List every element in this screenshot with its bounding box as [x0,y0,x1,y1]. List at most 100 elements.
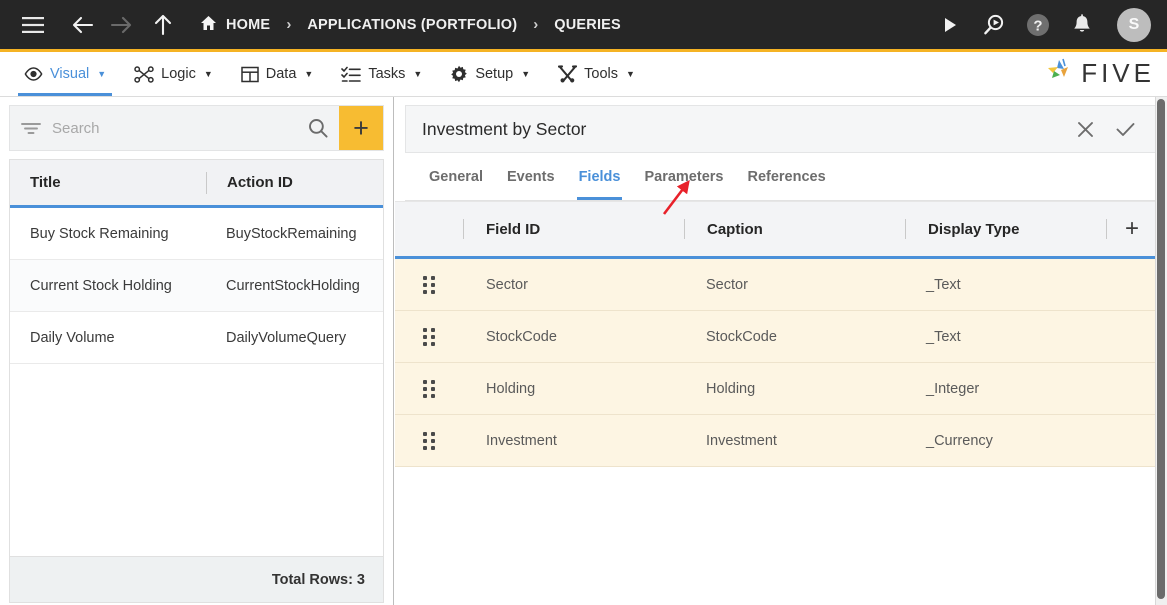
top-navigation-bar: HOME › APPLICATIONS (PORTFOLIO) › QUERIE… [0,0,1167,52]
filter-icon[interactable] [10,122,52,135]
menu-item-tasks[interactable]: Tasks ▼ [327,52,436,96]
table-row[interactable]: Sector Sector _Text [395,259,1155,311]
search-play-icon[interactable] [975,6,1013,44]
tab-references[interactable]: References [735,154,837,200]
tools-icon [558,65,578,83]
queries-table-header: Title Action ID [10,160,383,208]
menu-item-data[interactable]: Data ▼ [227,52,328,96]
detail-header: Investment by Sector [405,105,1157,153]
breadcrumb-applications[interactable]: APPLICATIONS (PORTFOLIO) [307,17,517,33]
drag-handle-icon[interactable] [395,275,463,294]
queries-table: Title Action ID Buy Stock Remaining BuyS… [9,159,384,557]
svg-text:?: ? [1033,17,1042,34]
cell-display-type: _Text [926,276,961,293]
hamburger-icon[interactable] [14,6,52,44]
breadcrumb-home-label: HOME [226,16,271,33]
menu-item-setup[interactable]: Setup ▼ [436,52,544,96]
cell-action-id: DailyVolumeQuery [226,329,347,346]
column-header-title[interactable]: Title [10,174,206,191]
fields-table-header: Field ID Caption Display Type + [395,201,1155,259]
cell-caption: Holding [706,380,756,397]
search-icon[interactable] [297,118,339,138]
fields-table-empty-area [395,467,1155,605]
query-detail-panel: Investment by Sector General Events Fiel… [395,97,1167,605]
search-bar: + [9,105,384,151]
cell-title: Current Stock Holding [30,277,172,294]
cell-display-type: _Currency [926,432,993,449]
breadcrumb-queries-label: QUERIES [554,16,621,33]
cell-title: Buy Stock Remaining [30,225,169,242]
cell-caption: Investment [706,432,777,449]
fields-table: Field ID Caption Display Type + Sector S… [395,201,1155,605]
queries-list-panel: + Title Action ID Buy Stock Remaining Bu… [0,97,394,605]
five-wordmark: FIVE [1081,58,1155,88]
cell-field-id: Investment [486,432,557,449]
menu-item-visual[interactable]: Visual ▼ [10,52,120,96]
close-icon[interactable] [1072,116,1098,142]
drag-handle-icon[interactable] [395,431,463,450]
breadcrumb-separator: › [286,16,292,33]
vertical-scrollbar-thumb[interactable] [1157,99,1165,599]
cell-action-id: BuyStockRemaining [226,225,357,242]
tab-events[interactable]: Events [495,154,567,200]
checklist-icon [341,66,362,83]
chevron-down-icon: ▼ [97,69,107,79]
arrow-right-icon[interactable] [102,6,140,44]
tab-fields[interactable]: Fields [567,154,633,200]
eye-icon [24,67,43,81]
table-empty-area [10,364,383,556]
cell-title: Daily Volume [30,329,115,346]
menu-item-setup-label: Setup [475,66,514,82]
menu-item-logic[interactable]: Logic ▼ [120,52,227,96]
arrow-left-icon[interactable] [64,6,102,44]
module-menu-bar: Visual ▼ Logic ▼ Data ▼ Tasks ▼ Setup ▼ … [0,52,1167,97]
cell-field-id: Holding [486,380,536,397]
cell-display-type: _Text [926,328,961,345]
search-input[interactable] [52,119,297,137]
breadcrumb-home[interactable]: HOME [200,15,270,35]
breadcrumb-queries[interactable]: QUERIES [554,17,621,33]
menu-item-logic-label: Logic [161,66,196,82]
grid-icon [241,66,259,83]
drag-handle-icon[interactable] [395,327,463,346]
table-row[interactable]: Buy Stock Remaining BuyStockRemaining [10,208,383,260]
cell-caption: StockCode [706,328,777,345]
table-row[interactable]: Daily Volume DailyVolumeQuery [10,312,383,364]
check-icon[interactable] [1112,116,1138,142]
table-row[interactable]: StockCode StockCode _Text [395,311,1155,363]
tab-parameters[interactable]: Parameters [632,154,735,200]
chevron-down-icon: ▼ [626,69,635,79]
five-logo: FIVE [1044,57,1155,90]
menu-item-tasks-label: Tasks [368,66,406,82]
column-header-action-id[interactable]: Action ID [207,174,383,191]
play-icon[interactable] [931,6,969,44]
avatar[interactable]: S [1117,7,1151,42]
detail-header-actions [1072,116,1156,142]
drag-handle-icon[interactable] [395,379,463,398]
menu-item-visual-label: Visual [50,66,90,82]
home-icon [200,15,217,35]
chevron-down-icon: ▼ [413,69,423,79]
menu-item-tools[interactable]: Tools ▼ [544,52,649,96]
bell-icon[interactable] [1063,6,1101,44]
table-row[interactable]: Current Stock Holding CurrentStockHoldin… [10,260,383,312]
nodes-icon [134,65,154,83]
menu-item-tools-label: Tools [584,66,618,82]
table-row[interactable]: Holding Holding _Integer [395,363,1155,415]
arrow-up-icon[interactable] [144,6,182,44]
cell-caption: Sector [706,276,748,293]
menu-item-data-label: Data [265,66,297,82]
cell-action-id: CurrentStockHolding [226,277,360,294]
column-header-display-type[interactable]: Display Type [906,221,1106,238]
add-field-button[interactable]: + [1125,217,1139,241]
avatar-initial: S [1128,15,1140,33]
question-mark-icon[interactable]: ? [1019,6,1057,44]
table-row[interactable]: Investment Investment _Currency [395,415,1155,467]
gear-icon [450,65,468,83]
add-query-button[interactable]: + [339,106,383,150]
add-field-cell: + [1107,217,1155,241]
detail-tabs: General Events Fields Parameters Referen… [405,154,1157,201]
tab-general[interactable]: General [417,154,495,200]
column-header-caption[interactable]: Caption [685,221,905,238]
column-header-field-id[interactable]: Field ID [464,221,684,238]
